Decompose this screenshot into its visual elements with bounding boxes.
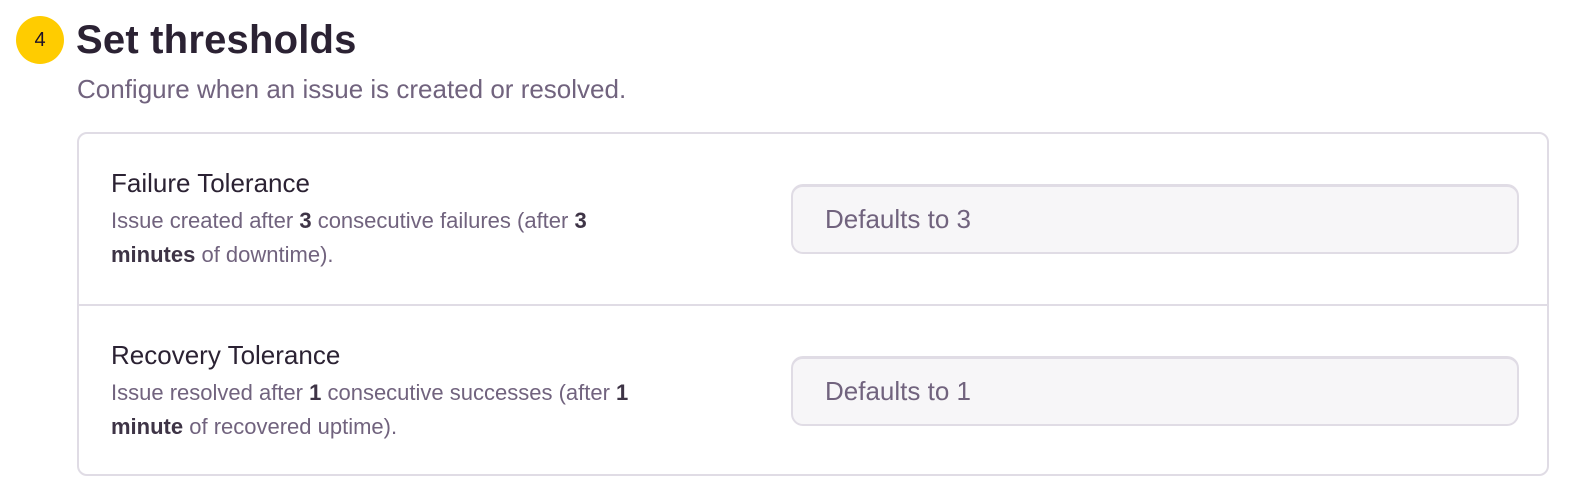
recovery-tolerance-label: Recovery Tolerance bbox=[111, 340, 341, 370]
step-title: Set thresholds bbox=[76, 17, 357, 62]
failure-help-suffix: of downtime). bbox=[195, 242, 334, 267]
recovery-help-count: 1 bbox=[309, 380, 322, 405]
failure-help-duration-num: 3 bbox=[574, 208, 587, 233]
recovery-help-duration-unit: minute bbox=[111, 414, 184, 439]
failure-help-mid: consecutive failures (after bbox=[311, 208, 575, 233]
failure-tolerance-row: Failure Tolerance Issue created after 3 … bbox=[79, 134, 1547, 306]
failure-tolerance-label: Failure Tolerance bbox=[111, 168, 310, 198]
failure-help-count: 3 bbox=[299, 208, 312, 233]
recovery-tolerance-help: Issue resolved after 1 consecutive succe… bbox=[111, 376, 691, 444]
step-number-badge: 4 bbox=[16, 16, 64, 64]
thresholds-panel: Failure Tolerance Issue created after 3 … bbox=[77, 132, 1549, 476]
failure-tolerance-input[interactable] bbox=[791, 184, 1519, 254]
recovery-tolerance-input[interactable] bbox=[791, 356, 1519, 426]
recovery-tolerance-row: Recovery Tolerance Issue resolved after … bbox=[79, 306, 1547, 476]
recovery-help-mid: consecutive successes (after bbox=[321, 380, 617, 405]
recovery-help-prefix: Issue resolved after bbox=[111, 380, 310, 405]
recovery-help-duration-num: 1 bbox=[616, 380, 629, 405]
step-description: Configure when an issue is created or re… bbox=[77, 74, 627, 104]
failure-help-duration-unit: minutes bbox=[111, 242, 196, 267]
recovery-help-suffix: of recovered uptime). bbox=[183, 414, 398, 439]
failure-tolerance-help: Issue created after 3 consecutive failur… bbox=[111, 204, 691, 272]
step-header: 4 Set thresholds bbox=[16, 16, 357, 64]
failure-help-prefix: Issue created after bbox=[111, 208, 300, 233]
